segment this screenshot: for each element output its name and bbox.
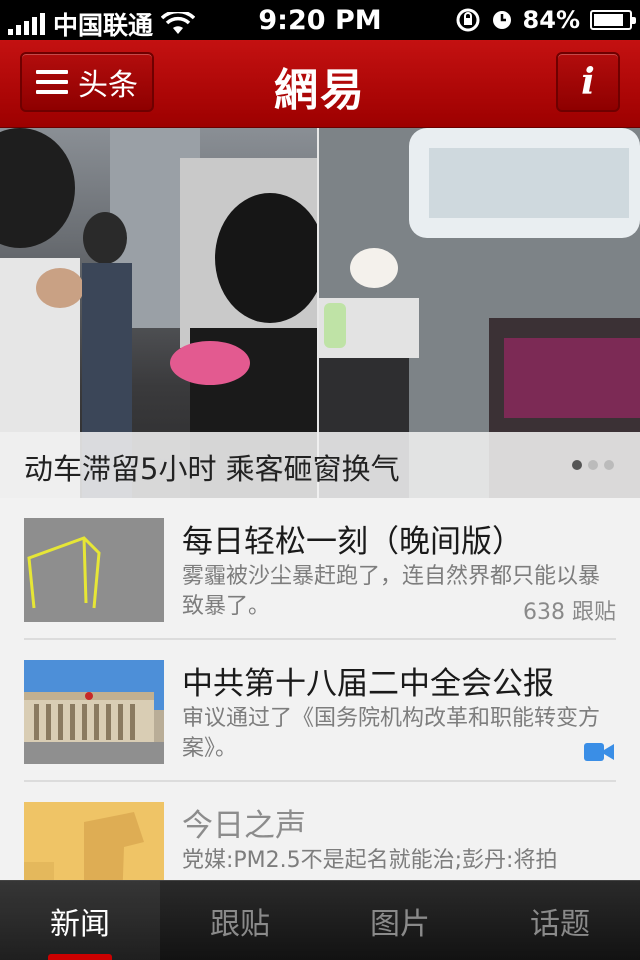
news-thumbnail [24, 660, 164, 764]
battery-fill [594, 14, 623, 26]
battery-icon [590, 10, 636, 30]
tab-news[interactable]: 新闻 [0, 881, 160, 960]
news-summary: 审议通过了《国务院机构改革和职能转变方案》。 [182, 706, 601, 761]
tab-comments[interactable]: 跟贴 [160, 881, 320, 960]
carousel-dot [604, 460, 614, 470]
status-right: 84% [455, 6, 636, 34]
news-title: 今日之声 [182, 808, 306, 844]
app-header: 头条 網易 i [0, 40, 640, 128]
bottom-tab-bar: 新闻 跟贴 图片 话题 [0, 880, 640, 960]
news-title: 每日轻松一刻（晚间版） [182, 524, 523, 560]
carousel-dot [588, 460, 598, 470]
news-title: 中共第十八届二中全会公报 [182, 666, 554, 702]
hero-carousel[interactable]: 动车滞留5小时 乘客砸窗换气 [0, 128, 640, 498]
video-icon [584, 743, 614, 761]
carousel-page-indicator [572, 460, 614, 470]
tab-photos[interactable]: 图片 [320, 881, 480, 960]
news-thumbnail [24, 518, 164, 622]
hero-caption-bar: 动车滞留5小时 乘客砸窗换气 [0, 432, 640, 498]
news-item[interactable]: 每日轻松一刻（晚间版） 雾霾被沙尘暴赶跑了，连自然界都只能以暴致暴了。 638 … [0, 498, 640, 640]
alarm-clock-icon [492, 11, 511, 29]
hero-headline[interactable]: 动车滞留5小时 乘客砸窗换气 [24, 446, 400, 488]
news-summary: 党媒:PM2.5不是起名就能治;彭丹:将拍 [182, 848, 558, 873]
comment-count: 638 跟贴 [523, 600, 616, 625]
app-logo: 網易 [274, 65, 366, 116]
news-list: 每日轻松一刻（晚间版） 雾霾被沙尘暴赶跑了，连自然界都只能以暴致暴了。 638 … [0, 498, 640, 924]
tab-topics[interactable]: 话题 [480, 881, 640, 960]
status-bar: 中国联通 9:20 PM 84% [0, 0, 640, 40]
rotation-lock-icon [456, 8, 480, 32]
battery-percent: 84% [522, 6, 580, 34]
news-item[interactable]: 中共第十八届二中全会公报 审议通过了《国务院机构改革和职能转变方案》。 [0, 640, 640, 782]
info-button[interactable]: i [556, 52, 620, 112]
carousel-dot [572, 460, 582, 470]
